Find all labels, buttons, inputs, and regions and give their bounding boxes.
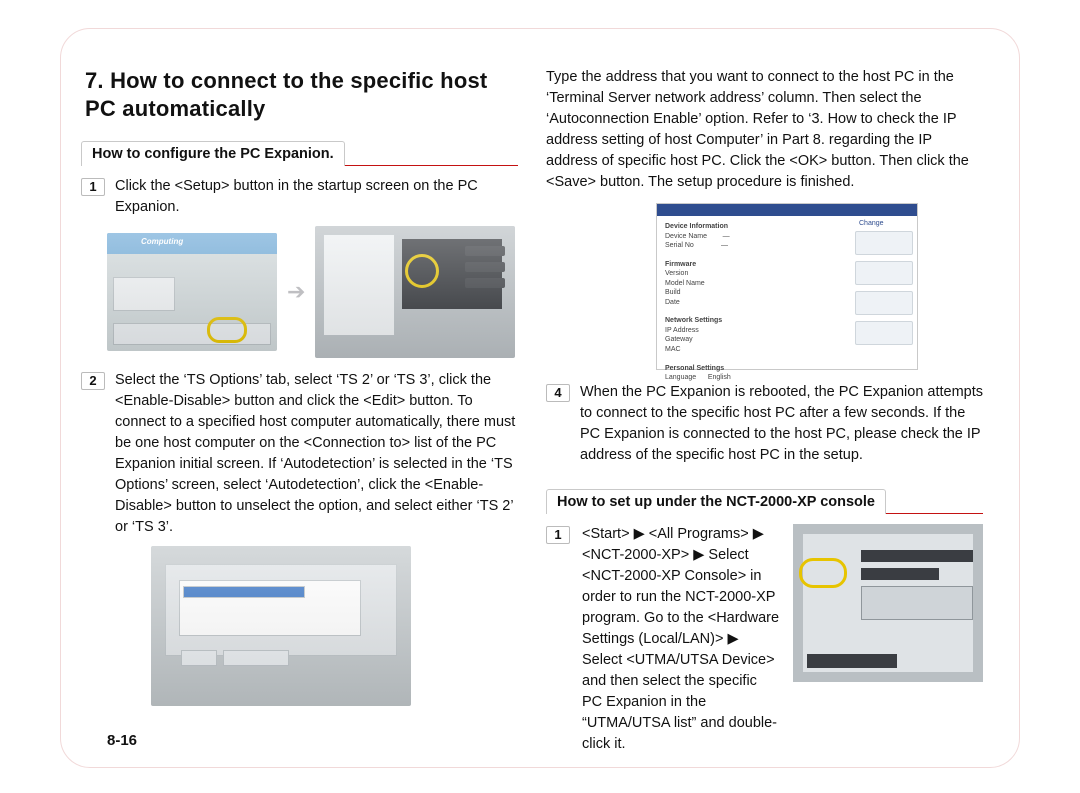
figure-device-overview: Device Information Device Name — Serial … [656,203,983,370]
section-title: 7. How to connect to the specific host P… [85,67,518,122]
right-intro: Type the address that you want to connec… [546,67,983,193]
arrow-right-icon: ➔ [287,279,305,305]
console-step-1: 1 <Start> ▶ <All Programs> ▶ <NCT-2000-X… [546,524,983,755]
subhead-console: How to set up under the NCT-2000-XP cons… [546,488,983,514]
sidebar-tile-icon [855,261,913,285]
change-label: Change [859,220,913,227]
step-number: 2 [81,372,105,390]
figure-row-1: Computing ➔ [107,226,518,358]
screenshot-console [793,524,983,682]
sidebar-tile-icon [855,291,913,315]
step-number: 1 [546,526,570,544]
screenshot-startup: Computing [107,233,277,351]
step-number: 1 [81,178,105,196]
device-info-labels: Device Information Device Name — Serial … [665,222,731,382]
highlight-circle-icon [405,254,439,288]
figure-row-2 [151,546,518,706]
left-step-2: 2 Select the ‘TS Options’ tab, select ‘T… [81,370,518,538]
sidebar-tile-icon [855,321,913,345]
subhead-configure: How to configure the PC Expanion. [81,140,518,166]
sidebar-tile-icon [855,231,913,255]
highlight-circle-icon [799,558,847,588]
left-step-1: 1 Click the <Setup> button in the startu… [81,176,518,218]
screenshot-setup [315,226,515,358]
page-footer: 8-16 [107,732,137,749]
right-step-4: 4 When the PC Expanion is rebooted, the … [546,382,983,466]
step-number: 4 [546,384,570,402]
screenshot-ts-options [151,546,411,706]
brand-label: Computing [141,237,183,246]
highlight-circle-icon [207,317,247,343]
